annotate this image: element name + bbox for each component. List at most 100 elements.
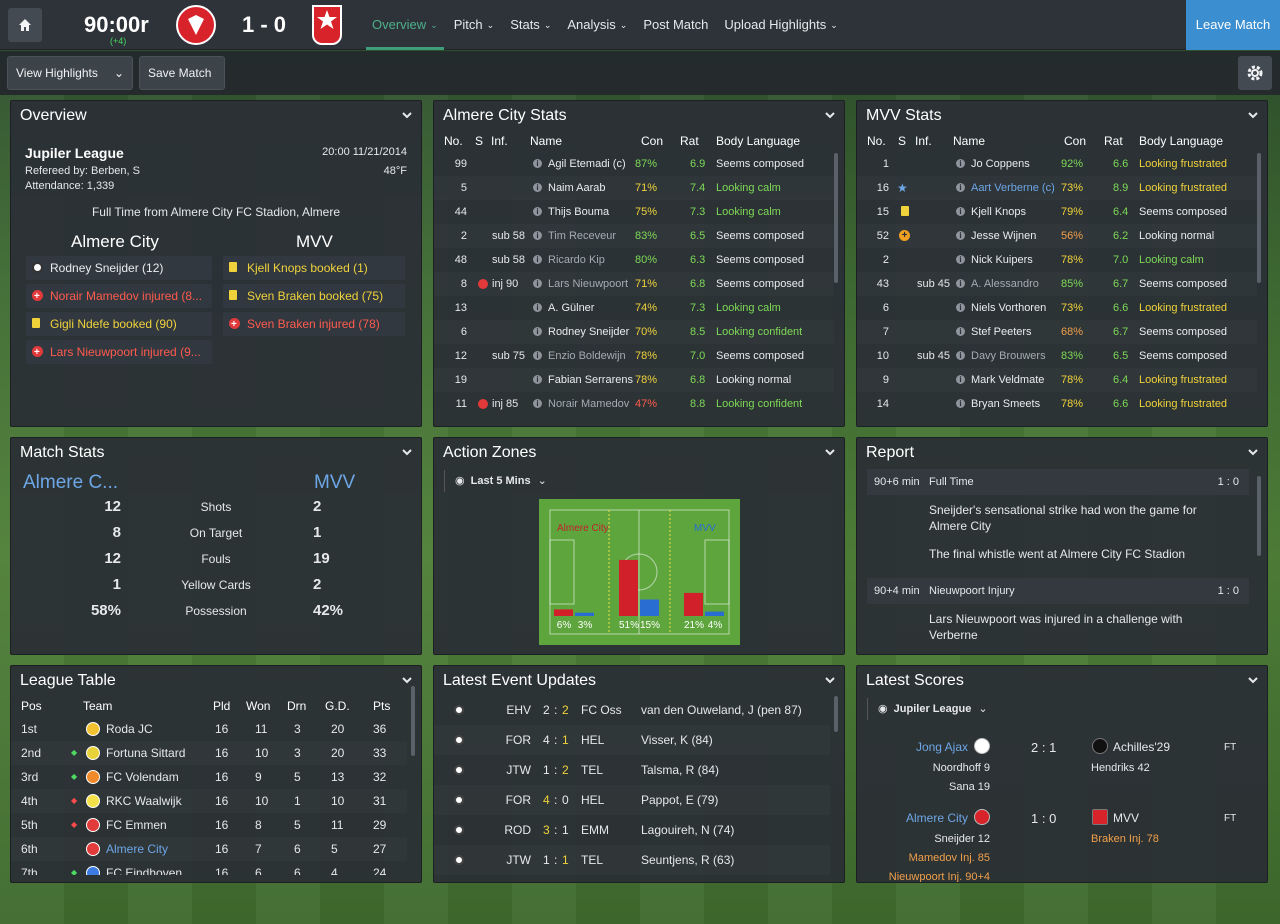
col-drn[interactable]: Drn [287, 699, 306, 713]
col-pld[interactable]: Pld [213, 699, 230, 713]
info-icon[interactable]: i [956, 159, 965, 168]
event-update-row[interactable]: FOR 4:1 HEL Visser, K (84) [434, 725, 830, 755]
overview-home-event[interactable]: Rodney Sneijder (12) [26, 256, 212, 280]
chevron-down-icon[interactable] [1247, 446, 1259, 458]
nav-tab-post-match[interactable]: Post Match [637, 0, 714, 50]
player-name[interactable]: Niels Vorthoren [971, 296, 1046, 320]
team-name[interactable]: FC Eindhoven [106, 861, 182, 875]
info-icon[interactable]: i [956, 351, 965, 360]
player-row[interactable]: 43 sub 45 i A. Alessandro 85% 6.7 Seems compos… [857, 272, 1257, 296]
overview-home-event[interactable]: Gigli Ndefe booked (90) [26, 312, 212, 336]
period-dropdown[interactable]: ◉ Last 5 Mins ⌄ [444, 470, 556, 492]
player-name[interactable]: Agil Etemadi (c) [548, 152, 626, 176]
event-update-row[interactable]: ROD 3:1 EMM Lagouireh, N (74) [434, 815, 830, 845]
col-team[interactable]: Team [83, 699, 112, 713]
player-name[interactable]: A. Alessandro [971, 272, 1039, 296]
player-row[interactable]: 10 sub 45 i Davy Brouwers 83% 6.5 Seems compos… [857, 344, 1257, 368]
player-name[interactable]: Kjell Knops [971, 200, 1026, 224]
team-name[interactable]: FC Volendam [106, 765, 179, 789]
chevron-down-icon[interactable] [824, 109, 836, 121]
report-event-header[interactable]: 90+6 min Full Time 1 : 0 [867, 469, 1249, 495]
player-row[interactable]: 44 i Thijs Bouma 75% 7.3 Looking calm [434, 200, 834, 224]
player-row[interactable]: 99 i Agil Etemadi (c) 87% 6.9 Seems composed [434, 152, 834, 176]
player-row[interactable]: 19 i Fabian Serrarens 78% 6.8 Looking normal [434, 368, 834, 392]
player-name[interactable]: A. Gülner [548, 296, 594, 320]
nav-tab-overview[interactable]: Overview ⌄ [366, 0, 444, 50]
scrollbar[interactable] [411, 686, 415, 756]
player-name[interactable]: Rodney Sneijder [548, 320, 629, 344]
col-no[interactable]: No. [444, 134, 463, 148]
player-row[interactable]: 48 sub 58 i Ricardo Kip 80% 6.3 Seems composed [434, 248, 834, 272]
info-icon[interactable]: i [533, 231, 542, 240]
info-icon[interactable]: i [533, 207, 542, 216]
player-row[interactable]: 11 inj 85 i Norair Mamedov 47% 8.8 Looking con… [434, 392, 834, 416]
team-name[interactable]: RKC Waalwijk [106, 789, 182, 813]
col-body[interactable]: Body Language [716, 134, 800, 148]
chevron-down-icon[interactable] [1247, 674, 1259, 686]
info-icon[interactable]: i [956, 399, 965, 408]
chevron-down-icon[interactable] [824, 446, 836, 458]
chevron-down-icon[interactable] [401, 109, 413, 121]
info-icon[interactable]: i [956, 303, 965, 312]
overview-home-event[interactable]: + Lars Nieuwpoort injured (9... [26, 340, 212, 364]
team-name[interactable]: Roda JC [106, 717, 153, 741]
scrollbar[interactable] [1257, 476, 1261, 556]
col-pts[interactable]: Pts [373, 699, 390, 713]
latest-score-match[interactable]: Almere City 1 : 0 MVV FT Sneijder 12 Mamedov … [857, 805, 1267, 882]
player-row[interactable]: 14 i Bryan Smeets 78% 6.6 Looking frustrated [857, 392, 1257, 416]
info-icon[interactable]: i [533, 255, 542, 264]
league-table-row[interactable]: 6th Almere City 16 7 6 5 27 [11, 837, 407, 861]
player-name[interactable]: Jo Coppens [971, 152, 1030, 176]
player-name[interactable]: Tim Receveur [548, 224, 616, 248]
player-row[interactable]: 8 inj 90 i Lars Nieuwpoort 71% 6.8 Seems compo… [434, 272, 834, 296]
player-name[interactable]: Lars Nieuwpoort [548, 272, 628, 296]
info-icon[interactable]: i [956, 207, 965, 216]
overview-home-event[interactable]: + Norair Mamedov injured (8... [26, 284, 212, 308]
report-event-header[interactable]: 90+4 min Nieuwpoort Injury 1 : 0 [867, 578, 1249, 604]
info-icon[interactable]: i [956, 327, 965, 336]
league-dropdown[interactable]: ◉ Jupiler League ⌄ [867, 698, 1001, 720]
settings-button[interactable] [1238, 56, 1272, 90]
player-row[interactable]: 6 i Niels Vorthoren 73% 6.6 Looking frustrate… [857, 296, 1257, 320]
nav-tab-upload-highlights[interactable]: Upload Highlights ⌄ [718, 0, 843, 50]
player-row[interactable]: 9 i Mark Veldmate 78% 6.4 Looking frustrated [857, 368, 1257, 392]
col-rat[interactable]: Rat [680, 134, 699, 148]
event-update-row[interactable]: EHV 2:2 FC Oss van den Ouweland, J (pen 87) [434, 695, 830, 725]
scrollbar[interactable] [834, 696, 838, 732]
player-name[interactable]: Enzio Boldewijn [548, 344, 626, 368]
player-name[interactable]: Nick Kuipers [971, 248, 1033, 272]
info-icon[interactable]: i [956, 279, 965, 288]
player-name[interactable]: Bryan Smeets [971, 392, 1040, 416]
latest-score-match[interactable]: Jong Ajax 2 : 1 Achilles'29 FT Noordhoff 9 Sa… [857, 734, 1267, 802]
info-icon[interactable]: i [956, 375, 965, 384]
info-icon[interactable]: i [533, 279, 542, 288]
col-inf[interactable]: Inf. [491, 134, 508, 148]
league-table-row[interactable]: 7th ◆ FC Eindhoven 16 6 6 4 24 [11, 861, 407, 875]
league-table-row[interactable]: 4th ◆ RKC Waalwijk 16 10 1 10 31 [11, 789, 407, 813]
info-icon[interactable]: i [533, 183, 542, 192]
player-name[interactable]: Ricardo Kip [548, 248, 605, 272]
info-icon[interactable]: i [533, 327, 542, 336]
team-name[interactable]: Fortuna Sittard [106, 741, 185, 765]
player-name[interactable]: Thijs Bouma [548, 200, 609, 224]
save-match-button[interactable]: Save Match [139, 56, 225, 90]
player-row[interactable]: 6 i Rodney Sneijder 70% 8.5 Looking confident [434, 320, 834, 344]
info-icon[interactable]: i [956, 183, 965, 192]
info-icon[interactable]: i [533, 375, 542, 384]
chevron-down-icon[interactable] [824, 674, 836, 686]
chevron-down-icon[interactable] [1247, 109, 1259, 121]
player-name[interactable]: Aart Verberne (c) [971, 176, 1055, 200]
info-icon[interactable]: i [533, 159, 542, 168]
col-won[interactable]: Won [246, 699, 270, 713]
league-table-row[interactable]: 5th ◆ FC Emmen 16 8 5 11 29 [11, 813, 407, 837]
info-icon[interactable]: i [533, 399, 542, 408]
player-row[interactable]: 52 + i Jesse Wijnen 56% 6.2 Looking normal [857, 224, 1257, 248]
player-name[interactable]: Jesse Wijnen [971, 224, 1036, 248]
overview-away-event[interactable]: Sven Braken booked (75) [223, 284, 405, 308]
chevron-down-icon[interactable] [401, 674, 413, 686]
col-inf[interactable]: Inf. [915, 134, 932, 148]
league-table-row[interactable]: 2nd ◆ Fortuna Sittard 16 10 3 20 33 [11, 741, 407, 765]
nav-tab-stats[interactable]: Stats ⌄ [504, 0, 557, 50]
info-icon[interactable]: i [956, 255, 965, 264]
player-name[interactable]: Fabian Serrarens [548, 368, 633, 392]
